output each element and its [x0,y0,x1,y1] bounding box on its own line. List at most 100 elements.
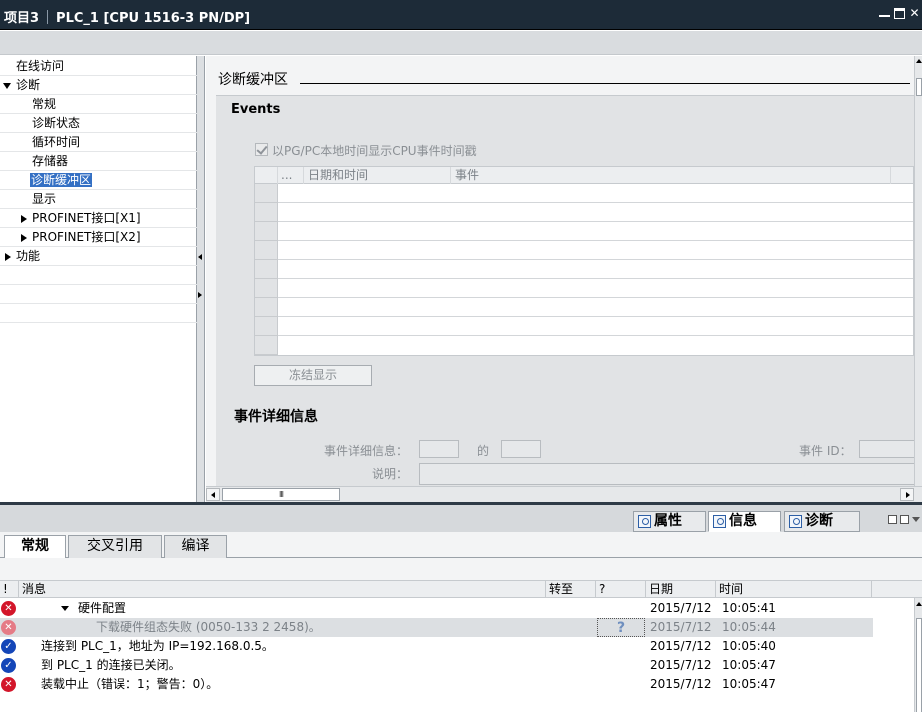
row-header[interactable] [255,222,278,241]
tree-item-label: PROFINET接口[X2] [32,230,141,244]
tab-compile[interactable]: 编译 [164,535,227,558]
column-header-help[interactable]: ? [596,581,646,597]
tab-label: 信息 [729,513,757,529]
maximize-icon[interactable] [894,8,905,19]
tree-item-online-access[interactable]: 在线访问 [0,57,197,76]
scroll-up-icon[interactable] [916,59,922,63]
column-header-datetime[interactable]: 日期和时间 [304,167,451,184]
tree-item-label: 诊断 [16,78,41,92]
tree-item-label: 循环时间 [32,135,81,149]
error-icon: ✕ [1,620,16,635]
tab-info[interactable]: 信息 [708,511,781,532]
event-details-total-field[interactable] [501,440,541,458]
expand-right-icon[interactable] [5,253,11,261]
window-title: 项目3 PLC_1 [CPU 1516-3 PN/DP] [4,7,250,26]
message-row[interactable]: ✕ 装载中止（错误：1；警告：0）。 2015/7/12 10:05:47 [0,675,914,694]
main-horizontal-scrollbar[interactable]: III [206,486,922,502]
message-row[interactable]: ✕ 下载硬件组态失败 (0050-133 2 2458)。 ? 2015/7/1… [0,618,873,637]
column-header-event[interactable]: 事件 [451,167,891,184]
section-title: 诊断缓冲区 [218,72,288,88]
tree-item-diagnostic-status[interactable]: 诊断状态 [0,114,197,133]
close-icon[interactable]: ✕ [909,7,920,19]
row-header[interactable] [255,336,278,355]
section-divider [300,83,910,84]
title-bar: 项目3 PLC_1 [CPU 1516-3 PN/DP] ✕ [0,0,922,30]
message-row[interactable]: ✓ 到 PLC_1 的连接已关闭。 2015/7/12 10:05:47 [0,656,914,675]
message-date: 2015/7/12 [650,658,712,672]
scroll-left-icon[interactable] [206,488,220,501]
tree-item-profinet-x1[interactable]: PROFINET接口[X1] [0,209,197,228]
title-project: 项目3 [4,11,40,26]
event-details-title: 事件详细信息 [234,409,318,425]
expand-down-icon[interactable] [61,606,69,611]
dock-window-icon[interactable] [900,515,909,524]
tree-item-diagnostics[interactable]: 诊断 [0,76,197,95]
scroll-thumb[interactable] [916,78,922,96]
message-date: 2015/7/12 [650,677,712,691]
column-header-severity[interactable]: ! [0,581,19,597]
collapse-left-icon[interactable] [198,254,202,260]
main-vertical-scrollbar[interactable] [914,56,922,486]
inspector-tab-bar: 属性 信息 诊断 [0,502,922,532]
event-id-field[interactable] [859,440,919,458]
row-header[interactable] [255,260,278,279]
message-row[interactable]: ✕ 硬件配置 2015/7/12 10:05:41 [0,599,914,618]
row-header[interactable] [255,279,278,298]
tree-item-profinet-x2[interactable]: PROFINET接口[X2] [0,228,197,247]
tree-item-label: 在线访问 [16,59,65,73]
description-field[interactable] [419,463,919,485]
title-device: PLC_1 [CPU 1516-3 PN/DP] [56,11,251,26]
tab-properties[interactable]: 属性 [633,511,706,532]
row-header[interactable] [255,184,278,203]
scroll-thumb[interactable] [916,618,922,712]
scroll-thumb[interactable]: III [222,488,340,501]
scroll-right-icon[interactable] [900,488,914,501]
tree-item-functions[interactable]: 功能 [0,247,197,266]
freeze-display-button[interactable]: 冻结显示 [254,365,372,386]
tree-item-label-selected: 诊断缓冲区 [30,173,93,187]
tab-general[interactable]: 常规 [4,535,66,559]
properties-icon [638,515,651,528]
tab-diagnostics[interactable]: 诊断 [784,511,860,532]
help-button[interactable]: ? [597,618,645,637]
tree-item-general[interactable]: 常规 [0,95,197,114]
tree-item-label: 诊断状态 [32,116,81,130]
expand-right-icon[interactable] [21,215,27,223]
message-text: 下载硬件组态失败 (0050-133 2 2458)。 [96,620,321,634]
event-details-index-field[interactable] [419,440,459,458]
tree-item-display[interactable]: 显示 [0,190,197,209]
tree-item-memory[interactable]: 存储器 [0,152,197,171]
expand-right-icon[interactable] [198,292,202,298]
tree-item-cycle-time[interactable]: 循环时间 [0,133,197,152]
column-header-time[interactable]: 时间 [716,581,872,597]
row-header[interactable] [255,203,278,222]
events-table: ... 日期和时间 事件 [254,166,914,356]
message-text: 到 PLC_1 的连接已关闭。 [41,658,181,672]
diagnostics-icon [789,515,802,528]
column-header-goto[interactable]: 转至 [546,581,596,597]
expand-down-icon[interactable] [3,83,11,89]
column-header-date[interactable]: 日期 [646,581,716,597]
float-window-icon[interactable] [888,515,897,524]
column-header-message[interactable]: 消息 [19,581,546,597]
info-icon [713,515,726,528]
expand-right-icon[interactable] [21,234,27,242]
minimize-icon[interactable] [879,8,890,17]
row-header[interactable] [255,241,278,260]
row-header[interactable] [255,317,278,336]
messages-vertical-scrollbar[interactable] [914,598,922,712]
message-text: 硬件配置 [78,601,127,615]
row-header[interactable] [255,298,278,317]
chevron-down-icon[interactable] [912,517,920,522]
event-id-label: 事件 ID： [799,444,852,458]
message-text: 连接到 PLC_1，地址为 IP=192.168.0.5。 [41,639,274,653]
tab-cross-references[interactable]: 交叉引用 [68,535,162,558]
panel-splitter[interactable] [197,56,205,502]
message-row[interactable]: ✓ 连接到 PLC_1，地址为 IP=192.168.0.5。 2015/7/1… [0,637,914,656]
tree-item-diagnostic-buffer[interactable]: 诊断缓冲区 [0,171,197,190]
scroll-up-icon[interactable] [916,602,922,606]
checkmark-icon: ✓ [1,639,16,654]
local-time-checkbox[interactable] [255,143,268,156]
column-header-index[interactable]: ... [278,167,304,184]
event-details-label: 事件详细信息： [324,444,409,458]
